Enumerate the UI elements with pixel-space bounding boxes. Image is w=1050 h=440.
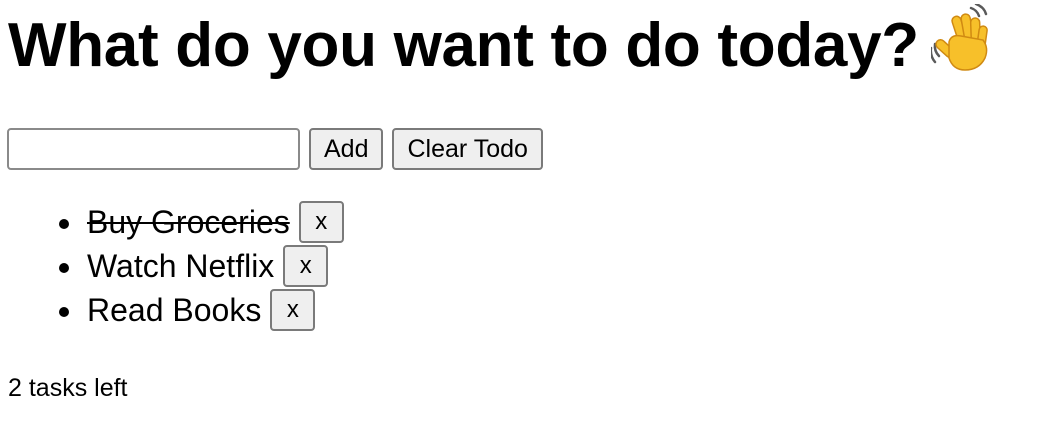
waving-hand-icon: [929, 2, 997, 88]
add-todo-form: Add Clear Todo: [7, 128, 543, 170]
todo-text[interactable]: Read Books: [87, 288, 261, 332]
add-button[interactable]: Add: [309, 128, 384, 170]
clear-todo-button[interactable]: Clear Todo: [392, 128, 543, 170]
list-item: Buy Groceries x: [0, 200, 344, 244]
delete-todo-button[interactable]: x: [270, 289, 316, 331]
todo-text[interactable]: Buy Groceries: [87, 200, 290, 244]
todo-list: Buy Groceries x Watch Netflix x Read Boo…: [0, 200, 344, 332]
todo-text[interactable]: Watch Netflix: [87, 244, 274, 288]
list-item: Watch Netflix x: [0, 244, 344, 288]
page-title-text: What do you want to do today?: [8, 11, 919, 80]
list-item: Read Books x: [0, 288, 344, 332]
page-title: What do you want to do today?: [8, 2, 997, 88]
tasks-left-count: 2 tasks left: [8, 374, 128, 402]
todo-input[interactable]: [7, 128, 300, 170]
delete-todo-button[interactable]: x: [283, 245, 329, 287]
delete-todo-button[interactable]: x: [298, 201, 344, 243]
todo-app: What do you want to do today? Add Clear …: [0, 0, 1050, 440]
